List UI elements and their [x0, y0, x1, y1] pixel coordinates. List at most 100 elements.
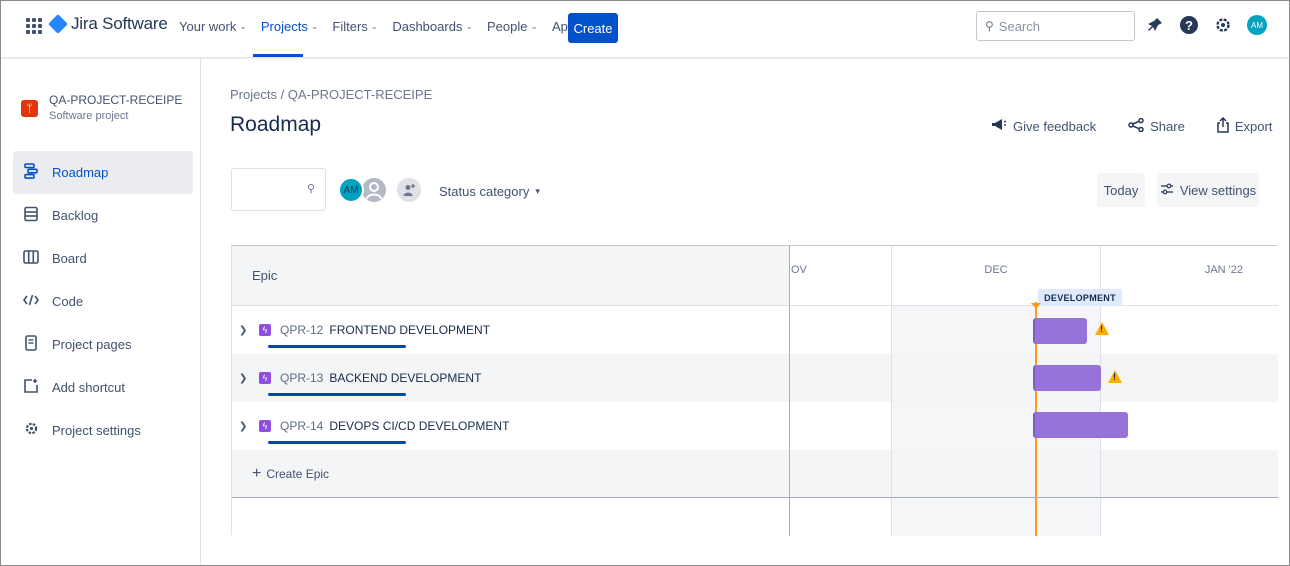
- sidebar-item-board[interactable]: Board: [13, 237, 193, 280]
- sidebar-item-code[interactable]: Code: [13, 280, 193, 323]
- sidebar-item-project-settings[interactable]: Project settings: [13, 409, 193, 452]
- settings-gear-icon[interactable]: [1213, 15, 1233, 35]
- epic-row-qpr-13[interactable]: ❯ ϟ QPR-13 BACKEND DEVELOPMENT: [232, 354, 790, 402]
- view-settings-button[interactable]: View settings: [1157, 173, 1259, 207]
- epic-timeline-bar[interactable]: [1033, 365, 1101, 391]
- sliders-icon: [1160, 182, 1174, 198]
- chevron-down-icon: ⌄: [530, 21, 539, 31]
- table-row: ❯ ϟ QPR-12 FRONTEND DEVELOPMENT !: [232, 306, 1278, 354]
- megaphone-icon: [991, 118, 1007, 135]
- jira-logo[interactable]: Jira Software: [48, 14, 168, 34]
- underline-annotation: [268, 441, 406, 444]
- warning-icon[interactable]: !: [1095, 322, 1109, 335]
- pages-icon: [23, 334, 39, 355]
- month-header: JAN '22: [1204, 264, 1243, 276]
- nav-dashboards[interactable]: Dashboards ⌄: [392, 19, 473, 34]
- sidebar-item-add-shortcut[interactable]: Add shortcut: [13, 366, 193, 409]
- today-button[interactable]: Today: [1097, 173, 1145, 207]
- epic-name[interactable]: BACKEND DEVELOPMENT: [329, 371, 481, 385]
- underline-annotation: [268, 345, 406, 348]
- epic-key[interactable]: QPR-14: [280, 419, 323, 433]
- epic-name[interactable]: FRONTEND DEVELOPMENT: [329, 323, 490, 337]
- status-category-dropdown[interactable]: Status category ▾: [439, 184, 540, 199]
- export-button[interactable]: Export: [1217, 116, 1272, 136]
- add-shortcut-icon: [23, 378, 39, 398]
- share-icon: [1128, 117, 1144, 135]
- chevron-right-icon[interactable]: ❯: [239, 325, 251, 336]
- grid-bottom-divider: [232, 497, 1278, 498]
- page-title: Roadmap: [230, 113, 322, 136]
- code-icon: [23, 293, 39, 311]
- search-input[interactable]: ⚲ Search: [976, 11, 1135, 41]
- warning-icon[interactable]: !: [1108, 370, 1122, 383]
- roadmap-grid: Epic OV DEC JAN '22 DEVELOPMENT ❯ ϟ QPR-…: [231, 245, 1278, 536]
- chevron-right-icon[interactable]: ❯: [239, 421, 251, 432]
- search-placeholder: Search: [998, 18, 1040, 34]
- backlog-icon: [23, 206, 39, 226]
- chevron-down-icon: ▾: [535, 186, 540, 196]
- sidebar-item-backlog[interactable]: Backlog: [13, 194, 193, 237]
- search-icon: ⚲: [306, 183, 315, 195]
- plus-icon: +: [252, 465, 262, 482]
- active-nav-indicator: [253, 54, 303, 57]
- epic-key[interactable]: QPR-12: [280, 323, 323, 337]
- chevron-down-icon: ⌄: [370, 21, 379, 31]
- product-name: Jira Software: [71, 14, 168, 33]
- chevron-right-icon[interactable]: ❯: [239, 373, 251, 384]
- project-name: QA-PROJECT-RECEIPE: [49, 93, 183, 107]
- chevron-down-icon: ⌄: [310, 21, 319, 31]
- month-header: OV: [791, 264, 807, 276]
- search-icon: ⚲: [985, 19, 994, 33]
- notifications-icon[interactable]: [1145, 15, 1165, 35]
- top-right-icons: ? AM: [1145, 15, 1267, 35]
- project-type: Software project: [49, 110, 129, 122]
- release-marker-label[interactable]: DEVELOPMENT: [1038, 289, 1122, 306]
- epic-icon: ϟ: [259, 324, 271, 336]
- nav-projects[interactable]: Projects ⌄: [261, 19, 319, 34]
- settings-icon: [23, 421, 39, 440]
- app-switcher-icon[interactable]: [26, 18, 42, 34]
- project-sidebar: ᛘ QA-PROJECT-RECEIPE Software project Ro…: [1, 57, 201, 565]
- top-navigation: Jira Software Your work ⌄ Projects ⌄ Filte…: [1, 1, 1289, 57]
- epic-icon: ϟ: [259, 372, 271, 384]
- epic-icon: ϟ: [259, 420, 271, 432]
- unassigned-avatar-filter[interactable]: [360, 176, 388, 204]
- jira-diamond-icon: [48, 14, 68, 34]
- chevron-down-icon: ⌄: [239, 21, 247, 31]
- epic-timeline-bar[interactable]: [1033, 412, 1128, 438]
- sidebar-menu: Roadmap Backlog Board Code Project pages…: [13, 151, 193, 452]
- epic-timeline-bar[interactable]: [1033, 318, 1087, 344]
- user-avatar[interactable]: AM: [1247, 15, 1267, 35]
- table-row: ❯ ϟ QPR-13 BACKEND DEVELOPMENT !: [232, 354, 1278, 402]
- nav-people[interactable]: People ⌄: [487, 19, 538, 34]
- add-people-icon[interactable]: [397, 178, 421, 202]
- epic-name[interactable]: DEVOPS CI/CD DEVELOPMENT: [329, 419, 509, 433]
- export-icon: [1217, 116, 1229, 136]
- roadmap-icon: [23, 162, 39, 183]
- nav-filters[interactable]: Filters ⌄: [332, 19, 378, 34]
- nav-menu: Your work ⌄ Projects ⌄ Filters ⌄ Dashboards…: [179, 19, 592, 34]
- share-button[interactable]: Share: [1128, 117, 1185, 136]
- assignee-avatar-filter[interactable]: AM: [338, 177, 364, 203]
- chevron-down-icon: ⌄: [465, 21, 473, 31]
- roadmap-search-input[interactable]: ⚲: [231, 168, 326, 211]
- sidebar-item-project-pages[interactable]: Project pages: [13, 323, 193, 366]
- table-row: ❯ ϟ QPR-14 DEVOPS CI/CD DEVELOPMENT: [232, 402, 1278, 450]
- board-icon: [23, 249, 39, 268]
- epic-row-qpr-14[interactable]: ❯ ϟ QPR-14 DEVOPS CI/CD DEVELOPMENT: [232, 402, 790, 450]
- nav-your-work[interactable]: Your work ⌄: [179, 19, 247, 34]
- create-button[interactable]: Create: [568, 13, 618, 43]
- help-icon[interactable]: ?: [1179, 15, 1199, 35]
- create-epic-button[interactable]: + Create Epic: [232, 450, 790, 498]
- underline-annotation: [268, 393, 406, 396]
- page-actions: Give feedback Share Export: [991, 116, 1272, 136]
- sidebar-item-roadmap[interactable]: Roadmap: [13, 151, 193, 194]
- epic-row-qpr-12[interactable]: ❯ ϟ QPR-12 FRONTEND DEVELOPMENT: [232, 306, 790, 354]
- epic-key[interactable]: QPR-13: [280, 371, 323, 385]
- project-avatar-icon: ᛘ: [21, 100, 38, 117]
- epic-column-header: Epic: [232, 246, 789, 306]
- give-feedback-button[interactable]: Give feedback: [991, 117, 1096, 136]
- app-window: Jira Software Your work ⌄ Projects ⌄ Filte…: [0, 0, 1290, 566]
- breadcrumb[interactable]: Projects / QA-PROJECT-RECEIPE: [230, 87, 432, 102]
- project-header[interactable]: ᛘ QA-PROJECT-RECEIPE Software project: [21, 93, 182, 122]
